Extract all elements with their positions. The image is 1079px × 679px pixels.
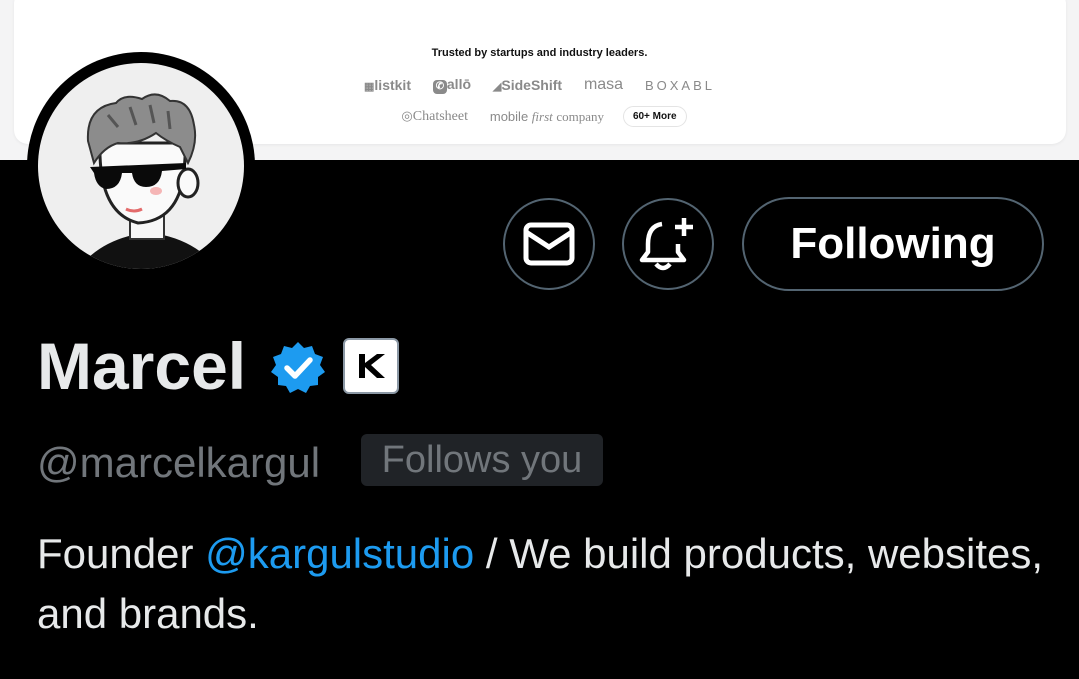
envelope-icon <box>523 222 575 266</box>
logo-allo: ✆ allō <box>432 76 471 95</box>
logo-mobile-first-company: mobile first company <box>489 108 605 124</box>
logo-sideshift: ◢SideShift <box>492 77 563 94</box>
logo-listkit: ▦listkit <box>364 77 411 94</box>
display-name: Marcel <box>37 329 247 403</box>
follows-you-badge: Follows you <box>361 434 603 486</box>
notifications-button[interactable] <box>622 198 714 290</box>
verified-badge-icon[interactable] <box>271 340 325 399</box>
bell-plus-icon <box>639 218 693 271</box>
logo-boxabl: BOXABL <box>644 77 715 93</box>
avatar-illustration <box>38 63 244 269</box>
following-button[interactable]: Following <box>742 197 1044 291</box>
avatar[interactable] <box>27 52 255 280</box>
bio-mention-link[interactable]: @kargulstudio <box>205 530 474 577</box>
bio-text-prefix: Founder <box>37 530 206 577</box>
logo-chatsheet: ◎Chatsheet <box>401 108 468 124</box>
affiliate-badge-icon[interactable] <box>343 338 399 394</box>
more-logos-pill[interactable]: 60+ More <box>622 106 687 127</box>
logo-masa: masa <box>583 76 624 94</box>
message-button[interactable] <box>503 198 595 290</box>
username-handle: @marcelkargul <box>37 439 321 486</box>
profile-bio: Founder @kargulstudio / We build product… <box>37 524 1057 644</box>
